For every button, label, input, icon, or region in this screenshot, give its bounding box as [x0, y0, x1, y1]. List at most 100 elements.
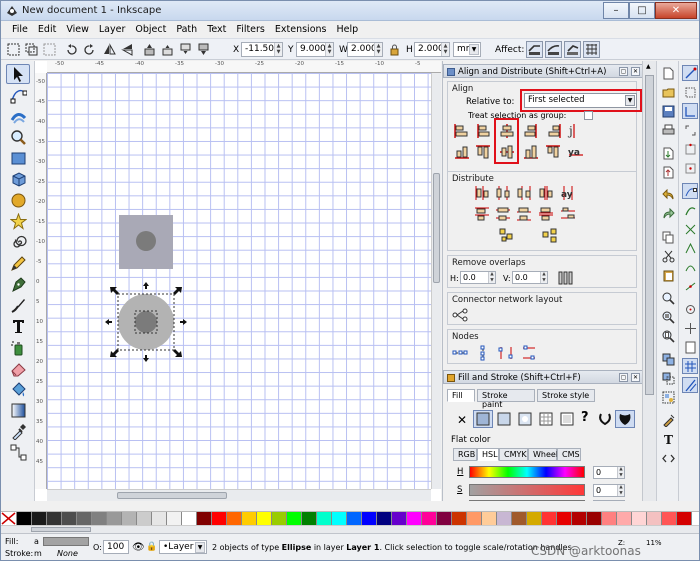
palette-swatch[interactable]: [392, 512, 407, 525]
snap-cusp-nodes-icon[interactable]: [682, 240, 698, 256]
lock-icon[interactable]: [386, 41, 403, 58]
vertical-ruler[interactable]: -50 -45 -40 -35 -30 -25 -20 -15 -10 -5 0…: [35, 73, 47, 489]
palette-swatch[interactable]: [497, 512, 512, 525]
distribute-bottom-edges-icon[interactable]: [514, 205, 534, 223]
palette-swatch[interactable]: [467, 512, 482, 525]
rotate-cw-icon[interactable]: [81, 41, 98, 58]
group-icon[interactable]: [660, 389, 676, 405]
zoom-tool-icon[interactable]: [6, 127, 30, 147]
menu-object[interactable]: Object: [130, 21, 171, 38]
deselect-icon[interactable]: [41, 41, 58, 58]
raise-to-top-icon[interactable]: [141, 41, 158, 58]
radial-gradient-icon[interactable]: [515, 410, 535, 428]
center-on-horizontal-axis-icon[interactable]: [497, 143, 517, 161]
distribute-baselines-vertically-icon[interactable]: [558, 205, 578, 223]
tab-cmyk[interactable]: CMYK: [499, 448, 528, 461]
palette-swatch[interactable]: [107, 512, 122, 525]
move-patterns-icon[interactable]: [583, 41, 600, 58]
palette-swatch[interactable]: [617, 512, 632, 525]
swatch-icon[interactable]: [557, 410, 577, 428]
palette-swatch[interactable]: [32, 512, 47, 525]
palette-swatch[interactable]: [62, 512, 77, 525]
horizontal-scroll-thumb[interactable]: [117, 492, 227, 499]
palette-swatch[interactable]: [197, 512, 212, 525]
snap-smooth-nodes-icon[interactable]: [682, 259, 698, 275]
align-baseline-horizontal-icon[interactable]: ya: [566, 143, 586, 161]
pattern-icon[interactable]: [536, 410, 556, 428]
menu-file[interactable]: File: [7, 21, 33, 38]
ellipse-tool-icon[interactable]: [6, 190, 30, 210]
redo-icon[interactable]: [660, 206, 676, 222]
palette-swatch[interactable]: [557, 512, 572, 525]
pencil-tool-icon[interactable]: [6, 253, 30, 273]
fill-rule-nonzero-icon[interactable]: [615, 410, 635, 428]
linear-gradient-icon[interactable]: [494, 410, 514, 428]
rotate-ccw-icon[interactable]: [63, 41, 80, 58]
overlap-v-input[interactable]: 0.0 ▲ ▼: [512, 271, 548, 284]
palette-swatch[interactable]: [647, 512, 662, 525]
palette-swatch[interactable]: [632, 512, 647, 525]
hue-slider[interactable]: [469, 466, 585, 478]
palette-swatch[interactable]: [362, 512, 377, 525]
snap-intersections-icon[interactable]: [682, 221, 698, 237]
export-icon[interactable]: [660, 164, 676, 180]
align-bottom-edges-icon[interactable]: [521, 143, 541, 161]
panel-close-icon[interactable]: ✕: [631, 67, 640, 76]
palette-swatch[interactable]: [572, 512, 587, 525]
snap-bbox-icon[interactable]: [682, 84, 698, 100]
text-tool-icon[interactable]: [6, 316, 30, 336]
connector-tool-icon[interactable]: [6, 442, 30, 462]
hue-stepper[interactable]: ▲ ▼: [617, 467, 624, 478]
x-stepper[interactable]: ▲ ▼: [274, 43, 282, 56]
select-all-icon[interactable]: [5, 41, 22, 58]
menu-edit[interactable]: Edit: [33, 21, 61, 38]
align-panel-header[interactable]: Align and Distribute (Shift+Ctrl+A) ▢ ✕: [443, 64, 642, 78]
spray-tool-icon[interactable]: [6, 337, 30, 357]
flat-color-icon[interactable]: [473, 410, 493, 428]
palette-swatch[interactable]: [242, 512, 257, 525]
align-baseline-text-icon[interactable]: j: [564, 122, 584, 140]
palette-swatch[interactable]: [437, 512, 452, 525]
align-top-to-bottom-icon[interactable]: [543, 143, 563, 161]
dock-scroll-thumb[interactable]: [645, 75, 654, 395]
palette-swatch[interactable]: [317, 512, 332, 525]
duplicate-icon[interactable]: [660, 351, 676, 367]
zoom-drawing-icon[interactable]: [660, 309, 676, 325]
calligraphy-tool-icon[interactable]: [6, 295, 30, 315]
unset-paint-icon[interactable]: ?: [581, 410, 589, 425]
distribute-nodes-horizontally-icon[interactable]: [496, 344, 516, 362]
tab-hsl[interactable]: HSL: [477, 448, 499, 461]
palette-swatch[interactable]: [212, 512, 227, 525]
distribute-left-edges-icon[interactable]: [472, 184, 492, 202]
w-stepper[interactable]: ▲ ▼: [374, 43, 382, 56]
palette-swatch[interactable]: [257, 512, 272, 525]
minimize-button[interactable]: –: [603, 2, 629, 19]
fill-stroke-panel-header[interactable]: Fill and Stroke (Shift+Ctrl+F) ▢ ✕: [443, 370, 642, 384]
undo-icon[interactable]: [660, 187, 676, 203]
scroll-up-icon[interactable]: ▲: [646, 63, 651, 70]
gradient-tool-icon[interactable]: [6, 400, 30, 420]
distribute-top-edges-icon[interactable]: [472, 205, 492, 223]
menu-layer[interactable]: Layer: [94, 21, 131, 38]
menu-filters[interactable]: Filters: [231, 21, 269, 38]
snap-page-border-icon[interactable]: [682, 339, 698, 355]
palette-swatch[interactable]: [332, 512, 347, 525]
fill-rule-evenodd-icon[interactable]: [595, 410, 615, 428]
tab-rgb[interactable]: RGB: [453, 448, 477, 461]
align-right-edges-icon[interactable]: [452, 122, 472, 140]
overlap-h-input[interactable]: 0.0 ▲ ▼: [460, 271, 496, 284]
save-icon[interactable]: [660, 103, 676, 119]
palette-swatch[interactable]: [137, 512, 152, 525]
flip-vertical-icon[interactable]: [119, 41, 136, 58]
palette-swatch[interactable]: [77, 512, 92, 525]
palette-swatch[interactable]: [662, 512, 677, 525]
canvas-grid[interactable]: [47, 73, 431, 489]
palette-swatch[interactable]: [302, 512, 317, 525]
opacity-field[interactable]: 100: [103, 540, 129, 554]
snap-nodes-icon[interactable]: [682, 183, 698, 199]
spiral-tool-icon[interactable]: [6, 232, 30, 252]
small-ellipse[interactable]: [135, 311, 157, 333]
palette-swatch[interactable]: [122, 512, 137, 525]
menu-extensions[interactable]: Extensions: [270, 21, 332, 38]
lower-icon[interactable]: [177, 41, 194, 58]
